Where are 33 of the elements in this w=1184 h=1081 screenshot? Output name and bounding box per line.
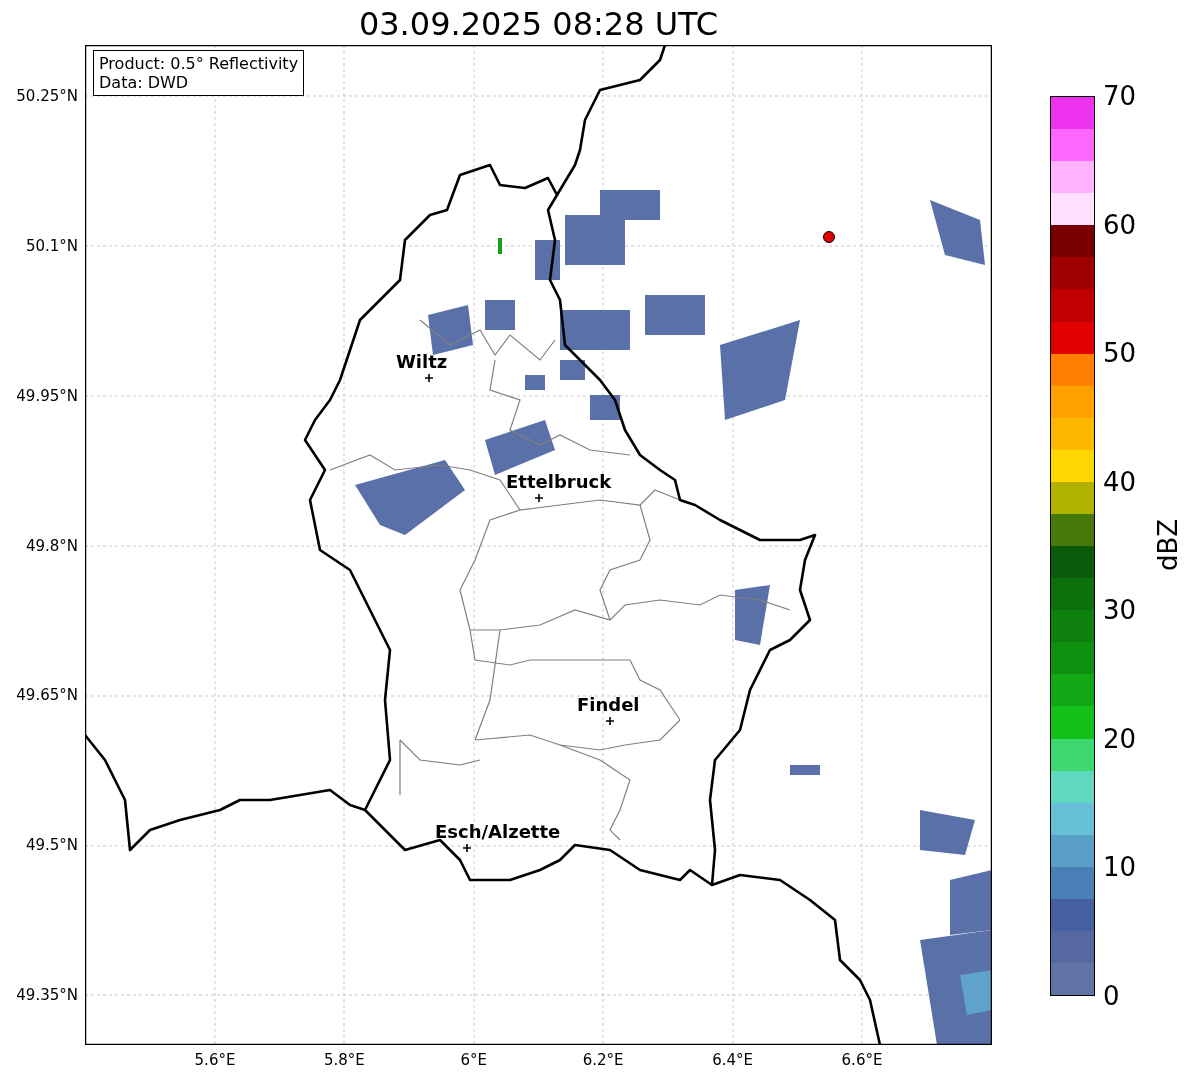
colorbar-tick-label: 60 bbox=[1103, 209, 1137, 240]
latitude-label: 49.95°N bbox=[16, 386, 78, 405]
colorbar-tick-label: 70 bbox=[1103, 81, 1137, 111]
chart-title: 03.09.2025 08:28 UTC bbox=[357, 4, 720, 44]
city-label: Ettelbruck bbox=[506, 471, 612, 492]
longitude-label: 6.4°E bbox=[712, 1051, 753, 1069]
latitude-label: 50.1°N bbox=[25, 236, 78, 255]
colorbar-tick-label: 0 bbox=[1103, 981, 1120, 1011]
longitude-label: 6.2°E bbox=[582, 1051, 624, 1069]
city-marker-icon bbox=[606, 717, 614, 725]
latitude-label: 49.8°N bbox=[25, 536, 78, 555]
latitude-label: 49.65°N bbox=[16, 686, 78, 705]
city-marker-icon bbox=[425, 374, 433, 382]
city-label: Wiltz bbox=[396, 351, 448, 372]
colorbar-tick-label: 10 bbox=[1103, 852, 1137, 883]
legend-text: Data: DWD bbox=[99, 73, 190, 92]
city-marker-icon bbox=[535, 494, 543, 502]
latitude-label: 49.5°N bbox=[25, 836, 78, 855]
latitude-label: 49.35°N bbox=[16, 986, 78, 1005]
colorbar-label: dBZ bbox=[1153, 518, 1184, 572]
city-label: Findel bbox=[577, 694, 640, 715]
latitude-label: 50.25°N bbox=[16, 87, 78, 105]
longitude-label: 5.6°E bbox=[194, 1051, 236, 1069]
city-marker-icon bbox=[463, 844, 471, 852]
longitude-label: 6°E bbox=[460, 1051, 488, 1069]
colorbar-tick-label: 50 bbox=[1103, 338, 1137, 369]
longitude-label: 6.6°E bbox=[841, 1051, 883, 1069]
city-label: Esch/Alzette bbox=[435, 821, 561, 842]
colorbar-tick-label: 30 bbox=[1103, 595, 1137, 626]
colorbar-tick-label: 40 bbox=[1103, 466, 1137, 497]
longitude-label: 5.8°E bbox=[323, 1051, 365, 1069]
colorbar-tick-label: 20 bbox=[1103, 723, 1137, 754]
legend-text: Product: 0.5° Reflectivity bbox=[99, 54, 299, 73]
